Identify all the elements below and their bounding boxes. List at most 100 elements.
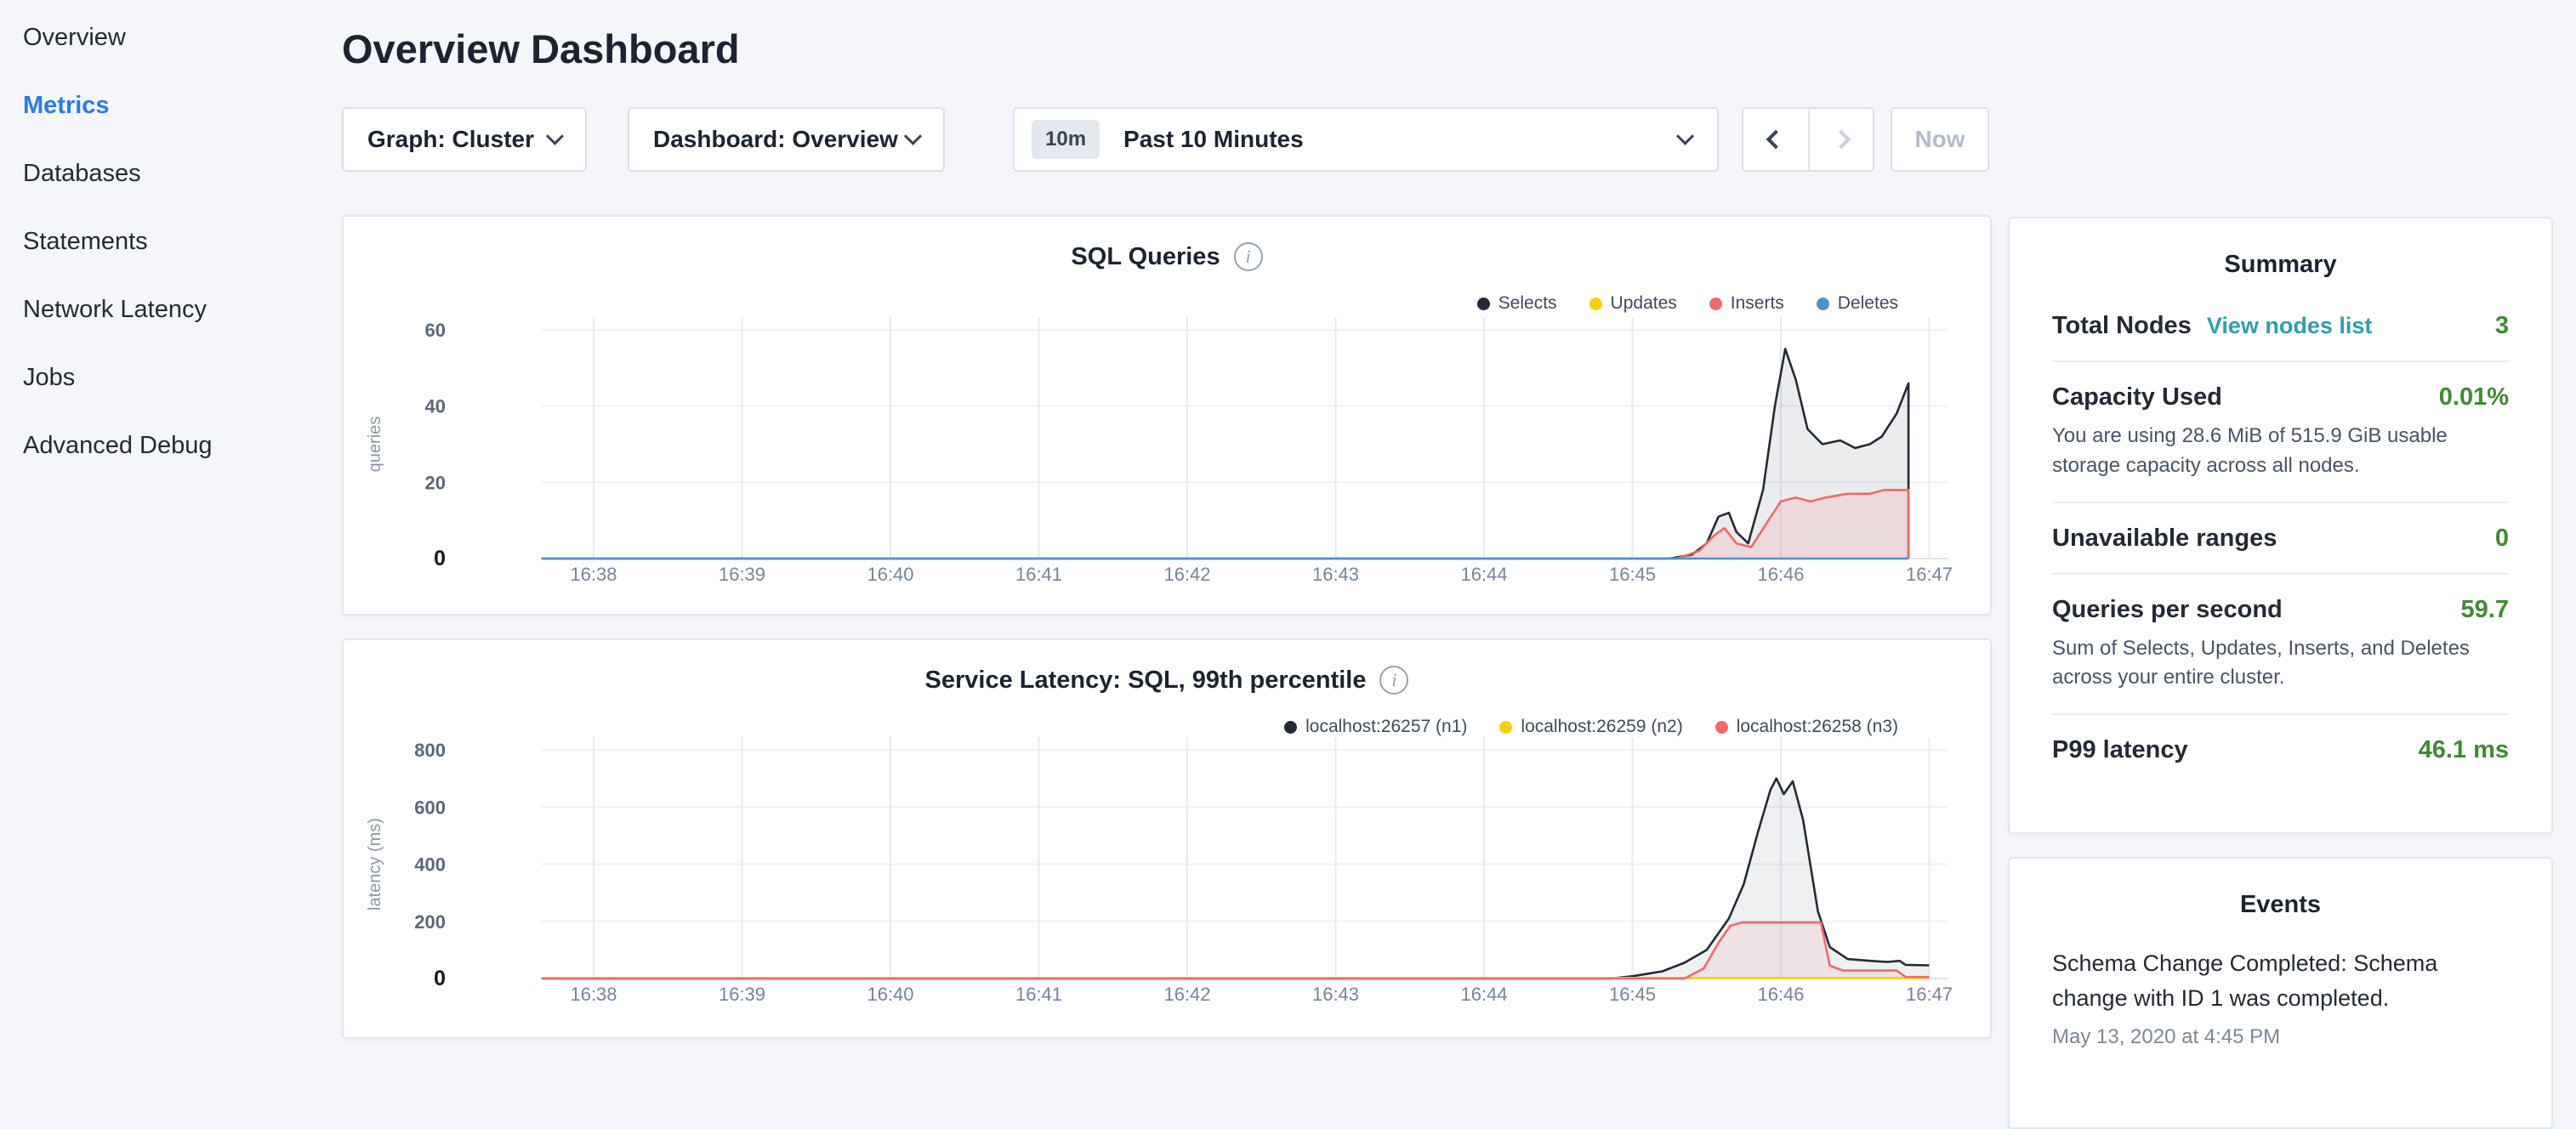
sidebar-item-jobs[interactable]: Jobs (0, 343, 342, 411)
series-color-dot (1817, 298, 1829, 310)
events-title: Events (2052, 891, 2509, 919)
legend-item: Deletes (1817, 293, 1898, 314)
svg-text:16:41: 16:41 (1015, 564, 1062, 585)
event-text: Schema Change Completed: Schema change w… (2052, 946, 2509, 1015)
series-color-dot (1499, 721, 1512, 734)
series-color-dot (1709, 298, 1722, 310)
info-icon[interactable] (1379, 666, 1408, 695)
time-window-selector[interactable]: 10m Past 10 Minutes (1013, 107, 1719, 172)
svg-text:16:43: 16:43 (1312, 984, 1359, 1005)
summary-value: 46.1 ms (2419, 736, 2509, 764)
svg-text:16:38: 16:38 (570, 984, 617, 1005)
svg-text:16:38: 16:38 (570, 564, 617, 585)
summary-panel: Summary Total Nodes View nodes list 3 Ca… (2008, 217, 2553, 834)
series-color-dot (1589, 298, 1602, 310)
service-latency-chart: 16:38 16:39 16:40 16:41 16:42 16:43 16:44 16:45… (344, 640, 1990, 1037)
sidebar: Overview Metrics Databases Statements Ne… (0, 0, 342, 1051)
summary-value: 59.7 (2461, 596, 2509, 624)
event-timestamp: May 13, 2020 at 4:45 PM (2052, 1025, 2509, 1049)
svg-text:16:44: 16:44 (1460, 564, 1507, 585)
svg-text:600: 600 (414, 797, 446, 818)
chart-legend: SelectsUpdatesInsertsDeletes (1477, 293, 1898, 314)
svg-text:16:44: 16:44 (1460, 984, 1507, 1005)
svg-text:16:41: 16:41 (1015, 984, 1062, 1005)
svg-text:16:47: 16:47 (1906, 564, 1953, 585)
series-color-dot (1284, 721, 1297, 734)
dashboard-dropdown[interactable]: Dashboard: Overview (628, 107, 945, 172)
time-window-badge: 10m (1032, 120, 1100, 159)
summary-title: Summary (2052, 251, 2509, 279)
chart-title: Service Latency: SQL, 99th percentile (925, 667, 1367, 695)
svg-text:queries: queries (366, 417, 384, 473)
dashboard-label: Dashboard: Overview (653, 126, 898, 153)
chart-title: SQL Queries (1071, 243, 1220, 271)
summary-value: 0.01% (2439, 383, 2509, 411)
summary-row-p99-latency: P99 latency 46.1 ms (2052, 715, 2509, 785)
svg-text:16:46: 16:46 (1757, 984, 1804, 1005)
summary-row-unavailable-ranges: Unavailable ranges 0 (2052, 503, 2509, 575)
time-pager (1742, 107, 1874, 172)
graph-scope-label: Graph: Cluster (367, 126, 534, 153)
service-latency-panel: Service Latency: SQL, 99th percentile lo… (342, 638, 1992, 1039)
summary-value: 3 (2495, 312, 2509, 340)
sidebar-item-overview[interactable]: Overview (0, 3, 342, 71)
svg-text:16:45: 16:45 (1609, 564, 1656, 585)
chevron-down-icon (546, 127, 564, 145)
summary-subtext: You are using 28.6 MiB of 515.9 GiB usab… (2052, 422, 2509, 481)
sidebar-item-databases[interactable]: Databases (0, 139, 342, 207)
series-color-dot (1477, 298, 1490, 310)
view-nodes-list-link[interactable]: View nodes list (2207, 313, 2373, 339)
svg-text:16:42: 16:42 (1163, 564, 1210, 585)
main-content: Overview Dashboard Graph: Cluster Dashbo… (342, 0, 1992, 1051)
summary-row-queries-per-second: Queries per second 59.7 Sum of Selects, … (2052, 575, 2509, 716)
svg-text:16:47: 16:47 (1906, 984, 1953, 1005)
summary-label: Queries per second (2052, 596, 2283, 624)
summary-label: Unavailable ranges (2052, 525, 2277, 553)
sql-queries-chart: 16:3816:3916:4016:4116:4216:4316:4416:45… (344, 217, 1990, 614)
sidebar-item-metrics[interactable]: Metrics (0, 71, 342, 139)
svg-text:16:45: 16:45 (1609, 984, 1656, 1005)
legend-item: localhost:26259 (n2) (1499, 717, 1682, 737)
right-sidebar: Summary Total Nodes View nodes list 3 Ca… (2008, 217, 2553, 1051)
chevron-down-icon (904, 127, 922, 145)
svg-text:latency (ms): latency (ms) (366, 818, 384, 911)
summary-row-total-nodes: Total Nodes View nodes list 3 (2052, 291, 2509, 362)
svg-text:16:42: 16:42 (1163, 984, 1210, 1005)
svg-text:60: 60 (425, 320, 446, 341)
info-icon[interactable] (1234, 242, 1263, 271)
dashboard-controls: Graph: Cluster Dashboard: Overview 10m P… (342, 107, 1989, 172)
svg-text:16:39: 16:39 (719, 564, 765, 585)
summary-label: Capacity Used (2052, 383, 2222, 411)
summary-subtext: Sum of Selects, Updates, Inserts, and De… (2052, 634, 2509, 694)
svg-text:0: 0 (434, 967, 446, 990)
legend-item: Inserts (1709, 293, 1784, 314)
legend-item: localhost:26257 (n1) (1284, 717, 1467, 737)
summary-label: P99 latency (2052, 736, 2188, 764)
svg-text:200: 200 (414, 911, 446, 933)
legend-item: Selects (1477, 293, 1557, 314)
svg-text:400: 400 (414, 854, 446, 876)
svg-text:16:39: 16:39 (719, 984, 765, 1005)
svg-text:16:43: 16:43 (1312, 564, 1359, 585)
time-window-label: Past 10 Minutes (1123, 126, 1304, 153)
svg-text:16:40: 16:40 (867, 984, 913, 1005)
app-root: Overview Metrics Databases Statements Ne… (0, 0, 2576, 1051)
sidebar-item-advanced-debug[interactable]: Advanced Debug (0, 411, 342, 479)
chevron-down-icon (1676, 127, 1694, 145)
page-title: Overview Dashboard (342, 26, 1992, 72)
svg-text:0: 0 (434, 547, 446, 570)
summary-row-capacity-used: Capacity Used 0.01% You are using 28.6 M… (2052, 362, 2509, 503)
events-panel: Events Schema Change Completed: Schema c… (2008, 857, 2553, 1129)
time-prev-button[interactable] (1743, 109, 1808, 170)
svg-text:20: 20 (425, 472, 446, 493)
sidebar-item-statements[interactable]: Statements (0, 207, 342, 275)
graph-scope-dropdown[interactable]: Graph: Cluster (342, 107, 587, 172)
event-item: Schema Change Completed: Schema change w… (2052, 946, 2509, 1049)
time-next-button[interactable] (1808, 109, 1873, 170)
chevron-left-icon (1766, 130, 1786, 150)
now-button[interactable]: Now (1891, 107, 1989, 172)
sidebar-item-network-latency[interactable]: Network Latency (0, 275, 342, 343)
series-color-dot (1715, 721, 1728, 734)
summary-label: Total Nodes (2052, 312, 2192, 340)
svg-text:800: 800 (414, 740, 446, 761)
